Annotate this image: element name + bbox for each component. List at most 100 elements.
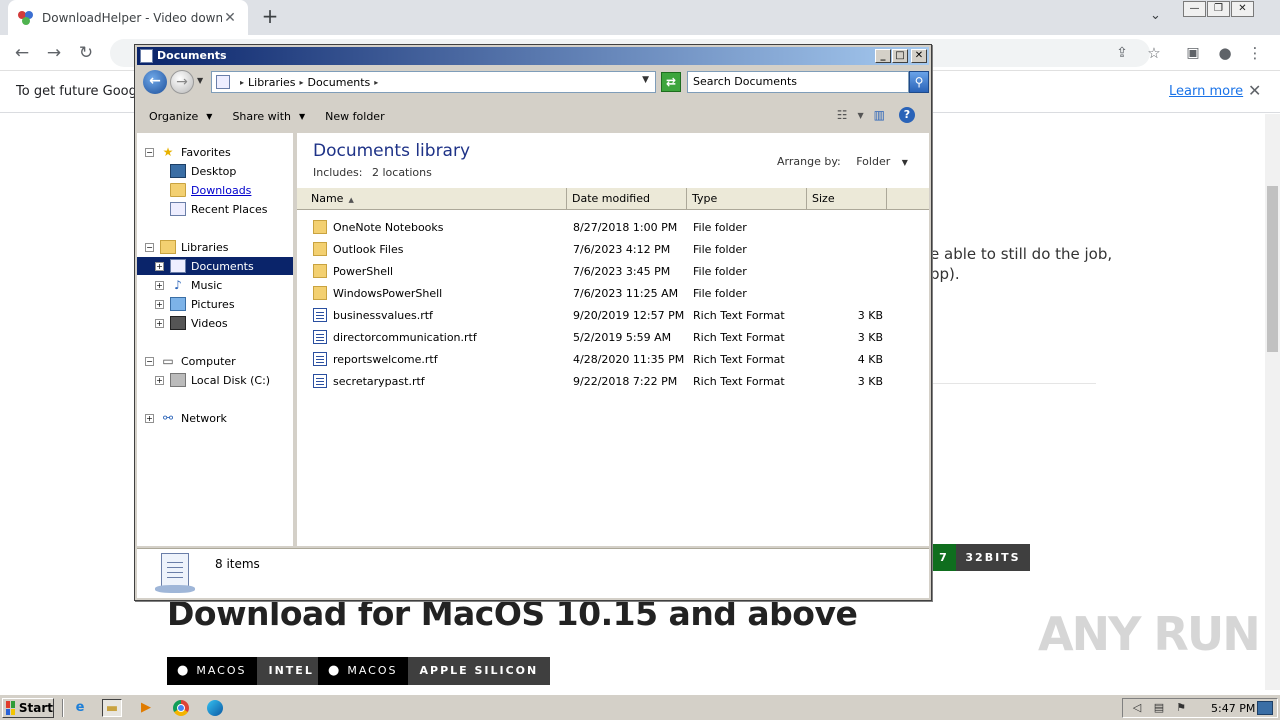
- column-header-type[interactable]: Type: [687, 188, 807, 210]
- media-player-icon[interactable]: ▶: [136, 699, 156, 717]
- start-button[interactable]: Start: [2, 698, 54, 718]
- expand-icon[interactable]: +: [155, 375, 164, 385]
- forward-arrow-icon[interactable]: →: [44, 43, 64, 63]
- macos-intel-download-button[interactable]: ● MACOS INTEL: [167, 657, 326, 685]
- learn-more-link[interactable]: Learn more: [1169, 84, 1243, 99]
- file-date-modified: 9/20/2019 12:57 PM: [573, 308, 685, 322]
- locations-link[interactable]: 2 locations: [372, 166, 432, 179]
- view-options-chevron-icon[interactable]: ▼: [858, 111, 864, 120]
- refresh-button[interactable]: ⇄: [661, 72, 681, 92]
- collapse-icon[interactable]: −: [145, 147, 154, 157]
- tree-network[interactable]: + ⚯ Network: [145, 409, 227, 427]
- breadcrumb-documents[interactable]: Documents: [308, 76, 371, 89]
- breadcrumb-chevron-icon[interactable]: ▸: [374, 78, 378, 87]
- tree-item-pictures[interactable]: + Pictures: [155, 295, 235, 313]
- reload-icon[interactable]: ↻: [76, 43, 96, 63]
- expand-icon[interactable]: +: [155, 280, 164, 290]
- infobar-close-icon[interactable]: ✕: [1248, 81, 1261, 100]
- system-tray: ◁ ▤ ⚑ 5:47 PM: [1122, 698, 1278, 718]
- profile-avatar-icon[interactable]: ●: [1215, 43, 1235, 63]
- libraries-icon: [160, 240, 176, 254]
- windows-download-button[interactable]: 7: [930, 544, 956, 571]
- file-name: OneNote Notebooks: [333, 220, 444, 234]
- share-icon[interactable]: ⇪: [1112, 43, 1132, 63]
- address-dropdown-icon[interactable]: ▼: [642, 75, 649, 85]
- explorer-close-button[interactable]: ✕: [911, 49, 927, 63]
- collapse-icon[interactable]: −: [145, 242, 154, 252]
- apple-logo-icon: ●: [177, 663, 189, 678]
- expand-icon[interactable]: +: [145, 413, 154, 423]
- browser-tab[interactable]: DownloadHelper - Video download b ✕: [8, 0, 248, 35]
- explorer-maximize-button[interactable]: □: [892, 49, 908, 63]
- show-desktop-icon[interactable]: [1257, 701, 1273, 715]
- file-row[interactable]: businessvalues.rtf 9/20/2019 12:57 PM Rich…: [297, 304, 929, 326]
- back-arrow-icon[interactable]: ←: [12, 43, 32, 63]
- file-row[interactable]: WindowsPowerShell 7/6/2023 11:25 AM File f…: [297, 282, 929, 304]
- chrome-icon[interactable]: [173, 700, 189, 716]
- tree-item-desktop[interactable]: Desktop: [155, 162, 236, 180]
- new-folder-button[interactable]: New folder: [325, 110, 384, 123]
- address-bar[interactable]: ▸ Libraries ▸ Documents ▸ ▼: [211, 71, 656, 93]
- column-header-name[interactable]: Name ▲: [297, 188, 567, 210]
- volume-icon[interactable]: ◁: [1129, 701, 1145, 715]
- tab-close-icon[interactable]: ✕: [222, 10, 238, 26]
- download-32bits-button[interactable]: 32BITS: [956, 544, 1030, 571]
- network-tray-icon[interactable]: ▤: [1151, 701, 1167, 715]
- recent-pages-chevron-icon[interactable]: ▼: [197, 76, 203, 85]
- file-row[interactable]: directorcommunication.rtf 5/2/2019 5:59 A…: [297, 326, 929, 348]
- breadcrumb-chevron-icon[interactable]: ▸: [300, 78, 304, 87]
- search-input[interactable]: Search Documents: [687, 71, 909, 93]
- preview-pane-icon[interactable]: ▥: [874, 108, 885, 122]
- view-details-icon[interactable]: ☷: [837, 108, 848, 122]
- forward-button[interactable]: →: [170, 70, 194, 94]
- breadcrumb-libraries[interactable]: Libraries: [248, 76, 296, 89]
- tree-item-videos[interactable]: + Videos: [155, 314, 228, 332]
- file-row[interactable]: reportswelcome.rtf 4/28/2020 11:35 PM Rich…: [297, 348, 929, 370]
- column-header-size[interactable]: Size: [807, 188, 887, 210]
- browser-restore-button[interactable]: ❐: [1207, 1, 1230, 17]
- tab-search-chevron-icon[interactable]: ⌄: [1150, 8, 1161, 23]
- tree-label: Desktop: [191, 164, 237, 178]
- action-center-flag-icon[interactable]: ⚑: [1173, 701, 1189, 715]
- page-body-text: e able to still do the job, pp).: [930, 244, 1112, 284]
- file-row[interactable]: OneNote Notebooks 8/27/2018 1:00 PM File f…: [297, 216, 929, 238]
- breadcrumb-chevron-icon[interactable]: ▸: [240, 78, 244, 87]
- browser-close-button[interactable]: ✕: [1231, 1, 1254, 17]
- collapse-icon[interactable]: −: [145, 356, 154, 366]
- explorer-minimize-button[interactable]: _: [875, 49, 891, 63]
- tree-libraries[interactable]: − Libraries: [145, 238, 229, 256]
- explorer-title-bar[interactable]: Documents _ □ ✕: [137, 47, 929, 65]
- tree-computer[interactable]: − ▭ Computer: [145, 352, 236, 370]
- arrange-by-control[interactable]: Arrange by: Folder ▼: [777, 155, 908, 168]
- tree-item-music[interactable]: + ♪ Music: [155, 276, 222, 294]
- macos-apple-silicon-download-button[interactable]: ● MACOS APPLE SILICON: [318, 657, 551, 685]
- search-icon[interactable]: ⚲: [909, 71, 929, 93]
- tree-item-recent-places[interactable]: Recent Places: [155, 200, 268, 218]
- file-row[interactable]: Outlook Files 7/6/2023 4:12 PM File folder: [297, 238, 929, 260]
- tree-item-documents[interactable]: + Documents: [137, 257, 293, 275]
- side-panel-icon[interactable]: ▣: [1183, 43, 1203, 63]
- page-scrollbar-thumb[interactable]: [1267, 186, 1278, 352]
- bookmark-star-icon[interactable]: ☆: [1144, 43, 1164, 63]
- edge-icon[interactable]: [207, 700, 223, 716]
- expand-icon[interactable]: +: [155, 318, 164, 328]
- expand-icon[interactable]: +: [155, 299, 164, 309]
- file-row[interactable]: secretarypast.rtf 9/22/2018 7:22 PM Rich T…: [297, 370, 929, 392]
- organize-button[interactable]: Organize ▼: [149, 110, 212, 123]
- tree-item-local-disk[interactable]: + Local Disk (C:): [155, 371, 270, 389]
- file-row[interactable]: PowerShell 7/6/2023 3:45 PM File folder: [297, 260, 929, 282]
- explorer-taskbar-icon[interactable]: ▬: [102, 699, 122, 717]
- internet-explorer-icon[interactable]: e: [70, 699, 90, 717]
- menu-kebab-icon[interactable]: ⋮: [1245, 43, 1265, 63]
- tree-item-downloads[interactable]: Downloads: [155, 181, 251, 199]
- column-header-date[interactable]: Date modified: [567, 188, 687, 210]
- file-date-modified: 7/6/2023 4:12 PM: [573, 242, 671, 256]
- help-icon[interactable]: ?: [899, 107, 915, 123]
- clock[interactable]: 5:47 PM: [1211, 702, 1255, 715]
- back-button[interactable]: ←: [143, 70, 167, 94]
- browser-minimize-button[interactable]: —: [1183, 1, 1206, 17]
- share-with-button[interactable]: Share with ▼: [232, 110, 305, 123]
- tree-favorites[interactable]: − ★ Favorites: [145, 143, 231, 161]
- new-tab-button[interactable]: +: [258, 4, 282, 28]
- expand-icon[interactable]: +: [155, 261, 164, 271]
